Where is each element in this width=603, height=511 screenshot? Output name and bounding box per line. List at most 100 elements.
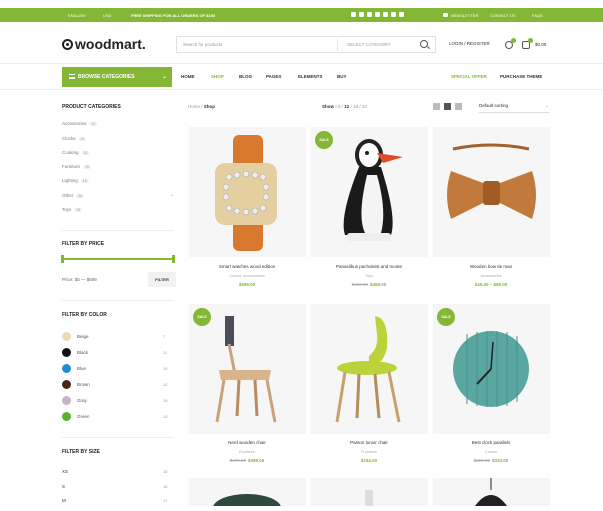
product-title[interactable]: Smart watches wood edition <box>187 264 307 269</box>
color-swatch-brown[interactable] <box>62 380 71 389</box>
product-category[interactable]: Clocks, Accessories <box>187 273 307 278</box>
faqs-link[interactable]: FAQS <box>532 13 543 18</box>
color-label[interactable]: Green <box>77 414 90 419</box>
breadcrumb: Home / Shop <box>188 104 216 109</box>
newsletter-link[interactable]: NEWSLETTER <box>443 12 478 18</box>
nav-special-offer[interactable]: SPECIAL OFFER <box>451 74 487 79</box>
contact-link[interactable]: CONTACT US <box>490 13 516 18</box>
logo-icon <box>62 38 73 50</box>
site-header: woodmart. Search for products SELECT CAT… <box>62 34 552 56</box>
nav-elements[interactable]: ELEMENTS <box>298 74 323 79</box>
filter-button[interactable]: FILTER <box>148 272 176 287</box>
browse-categories-button[interactable]: BROWSE CATEGORIES ⌄ <box>62 67 172 87</box>
per-page-option[interactable]: 9 <box>338 104 341 109</box>
category-item[interactable]: Clocks 14 <box>62 136 87 141</box>
size-count: 16 <box>163 469 168 474</box>
email-icon[interactable] <box>375 12 380 17</box>
nav-purchase-theme[interactable]: PURCHASE THEME <box>500 74 542 79</box>
product-category[interactable]: Furniture <box>309 449 429 454</box>
category-item[interactable]: Furniture 19 <box>62 164 91 169</box>
product-title[interactable]: Wooden bow tie man <box>431 264 551 269</box>
bottle-image <box>365 490 373 506</box>
twitter-icon[interactable] <box>359 12 364 17</box>
grid-4-view-icon[interactable] <box>455 103 462 110</box>
nav-shop[interactable]: SHOP <box>211 74 224 79</box>
product-category[interactable]: Accessories <box>431 273 551 278</box>
nav-home[interactable]: HOME <box>181 74 195 79</box>
product-image[interactable] <box>311 304 428 434</box>
list-view-icon[interactable] <box>433 103 440 110</box>
per-page-option[interactable]: 24 <box>362 104 367 109</box>
language-selector[interactable]: ENGLISH <box>68 13 86 18</box>
color-count: 13 <box>163 414 168 419</box>
login-register-link[interactable]: LOGIN / REGISTER <box>449 41 490 46</box>
filter-by-color-title: FILTER BY COLOR <box>62 312 107 318</box>
logo[interactable]: woodmart. <box>62 36 146 52</box>
envelope-icon <box>443 12 448 17</box>
watch-image <box>215 135 277 251</box>
color-count: 7 <box>163 334 166 339</box>
pinterest-icon[interactable] <box>391 12 396 17</box>
product-category[interactable]: Furniture <box>187 449 307 454</box>
old-price: $470.00 <box>229 458 246 463</box>
color-label[interactable]: Blue <box>77 366 86 371</box>
color-swatch-gray[interactable] <box>62 396 71 405</box>
category-item[interactable]: Lighting 16 <box>62 178 89 183</box>
sale-badge: SALE <box>437 308 455 326</box>
color-label[interactable]: Brown <box>77 382 90 387</box>
color-label[interactable]: Gray <box>77 398 87 403</box>
size-label[interactable]: S <box>62 484 65 489</box>
currency-selector[interactable]: USD <box>103 13 111 18</box>
product-category[interactable]: Clocks <box>431 449 551 454</box>
color-count: 11 <box>163 350 168 355</box>
product-title[interactable]: Nerd wooden chair <box>187 440 307 445</box>
sort-select[interactable]: Default sorting ⌄ <box>479 103 549 113</box>
instagram-icon[interactable] <box>383 12 388 17</box>
cart-total[interactable]: $0.00 <box>535 42 546 47</box>
product-title[interactable]: Panton tunior chair <box>309 440 429 445</box>
nav-buy[interactable]: BUY <box>337 74 347 79</box>
color-label[interactable]: Beige <box>77 334 89 339</box>
facebook-icon[interactable] <box>351 12 356 17</box>
product-title[interactable]: Panasilbus pachuleist and monte <box>309 264 429 269</box>
pendant-lamp-image <box>475 478 507 506</box>
search-icon[interactable] <box>420 40 428 48</box>
color-swatch-green[interactable] <box>62 412 71 421</box>
color-swatch-blue[interactable] <box>62 364 71 373</box>
per-page-option[interactable]: 12 <box>344 104 349 109</box>
category-select[interactable]: SELECT CATEGORY <box>347 42 391 47</box>
nav-blog[interactable]: BLOG <box>239 74 252 79</box>
category-item[interactable]: Other 26 <box>62 193 85 198</box>
size-label[interactable]: XS <box>62 469 68 474</box>
category-item[interactable]: Toys 13 <box>62 207 83 212</box>
product-price: $399.00 $333.00 <box>473 458 509 463</box>
breadcrumb-home[interactable]: Home <box>188 104 200 109</box>
search-input[interactable]: Search for products <box>183 42 222 47</box>
category-item[interactable]: Accessories 12 <box>62 121 98 126</box>
price-slider-track[interactable] <box>62 258 174 260</box>
google-icon[interactable] <box>367 12 372 17</box>
product-image[interactable] <box>433 478 550 506</box>
product-image[interactable] <box>189 127 306 257</box>
category-item[interactable]: Cooking 12 <box>62 150 90 155</box>
product-title[interactable]: Best clock parallels <box>431 440 551 445</box>
price-slider-max-handle[interactable] <box>172 255 175 263</box>
color-count: 15 <box>163 398 168 403</box>
grid-view-icon[interactable] <box>444 103 451 110</box>
product-image[interactable] <box>189 478 306 511</box>
color-swatch-black[interactable] <box>62 348 71 357</box>
products-per-page: Show : 9 / 12 / 18 / 24 <box>322 104 367 109</box>
search-bar[interactable]: Search for products SELECT CATEGORY <box>176 36 436 53</box>
size-label[interactable]: M <box>62 498 66 503</box>
product-image[interactable] <box>433 127 550 257</box>
price-slider-min-handle[interactable] <box>61 255 64 263</box>
linkedin-icon[interactable] <box>399 12 404 17</box>
per-page-option[interactable]: 18 <box>353 104 358 109</box>
chevron-down-icon[interactable]: ⌄ <box>170 192 174 198</box>
color-label[interactable]: Black <box>77 350 88 355</box>
product-category[interactable]: Toys <box>309 273 429 278</box>
product-image[interactable] <box>311 478 428 506</box>
nav-pages[interactable]: PAGES <box>266 74 281 79</box>
color-swatch-beige[interactable] <box>62 332 71 341</box>
old-price: $499.00 <box>351 282 368 287</box>
